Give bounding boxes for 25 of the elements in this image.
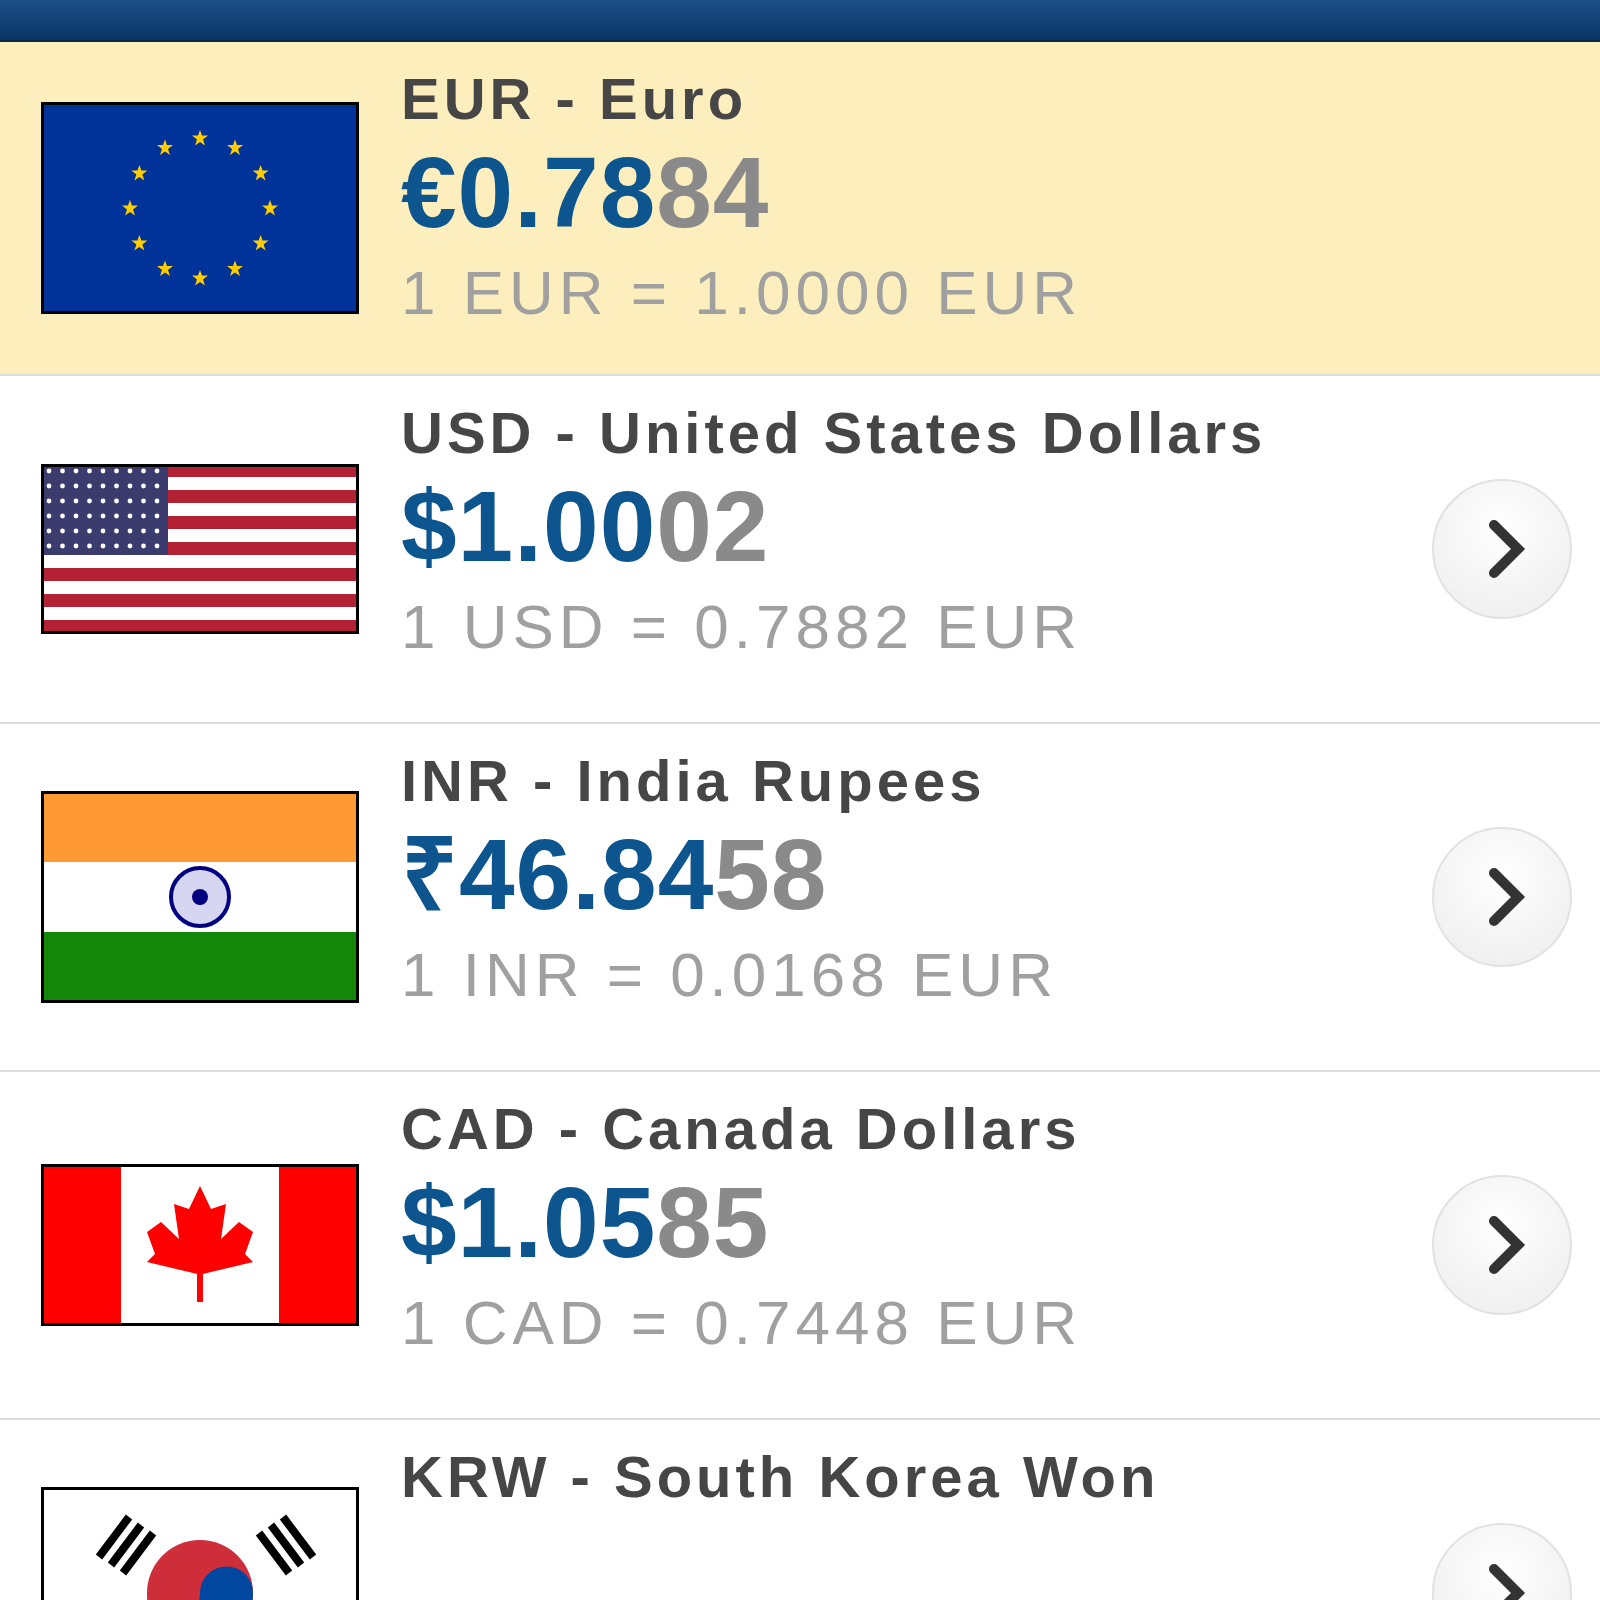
chevron-icon xyxy=(1486,519,1526,579)
currency-row[interactable]: KRW - South Korea Won xyxy=(0,1420,1600,1600)
chevron-icon xyxy=(1486,1215,1526,1275)
currency-name: KRW - South Korea Won xyxy=(401,1443,1161,1511)
exchange-rate: 1 USD = 0.7882 EUR xyxy=(401,591,1084,663)
exchange-rate: 1 CAD = 0.7448 EUR xyxy=(401,1287,1084,1359)
currency-row[interactable]: CAD - Canada Dollars $1.0585 1 CAD = 0.7448 EUR xyxy=(0,1072,1600,1420)
currency-price: €0.7884 xyxy=(401,135,771,250)
currency-price: $1.0585 xyxy=(401,1165,771,1280)
flag-icon xyxy=(41,464,359,634)
exchange-rate: 1 EUR = 1.0000 EUR xyxy=(401,257,1084,329)
flag-icon xyxy=(41,791,359,1003)
currency-row[interactable]: EUR - Euro €0.7884 1 EUR = 1.0000 EUR xyxy=(0,42,1600,376)
currency-name: CAD - Canada Dollars xyxy=(401,1095,1082,1163)
chevron-icon xyxy=(1486,867,1526,927)
currency-row[interactable]: USD - United States Dollars $1.0002 1 USD = 0.7882 EUR xyxy=(0,376,1600,724)
flag-icon xyxy=(41,1164,359,1326)
currency-price: $1.0002 xyxy=(401,469,771,584)
currency-price: ₹46.8458 xyxy=(401,817,829,932)
currency-name: INR - India Rupees xyxy=(401,747,987,815)
currency-name: EUR - Euro xyxy=(401,65,749,133)
flag-icon xyxy=(41,102,359,314)
currency-row[interactable]: INR - India Rupees ₹46.8458 1 INR = 0.0168 EUR xyxy=(0,724,1600,1072)
currency-name: USD - United States Dollars xyxy=(401,399,1268,467)
exchange-rate: 1 INR = 0.0168 EUR xyxy=(401,939,1059,1011)
